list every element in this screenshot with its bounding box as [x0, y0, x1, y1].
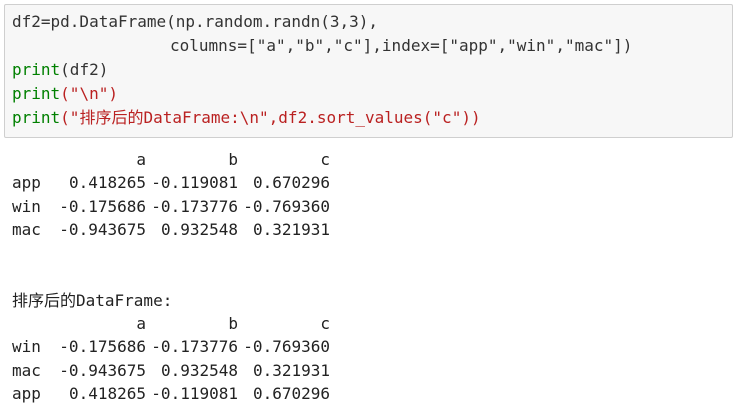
print-keyword: print [12, 60, 61, 79]
code-line-5-args: ("排序后的DataFrame:\n",df2.sort_values("c")… [60, 108, 481, 127]
code-line-5: print("排序后的DataFrame:\n",df2.sort_values… [12, 106, 481, 130]
cell-a: -0.943675 [59, 360, 146, 380]
cell-a: -0.175686 [59, 337, 146, 357]
table2-header-row: a b c [12, 312, 732, 335]
code-line-3: print(df2) [12, 58, 108, 82]
table2-col-a: a [136, 313, 146, 333]
table1-col-c: c [320, 150, 330, 169]
sorted-caption: 排序后的DataFrame: [12, 290, 173, 310]
cell-a: 0.418265 [68, 384, 146, 404]
code-line-2: columns=["a","b","c"],index=["app","win"… [170, 36, 633, 55]
table2-col-b: b [228, 313, 238, 333]
row-index: win [12, 337, 41, 357]
cell-b: 0.932548 [160, 220, 238, 240]
code-cell-input[interactable]: df2=pd.DataFrame(np.random.randn(3,3), c… [4, 4, 733, 138]
table1-header-row: a b c [12, 148, 732, 171]
row-index: app [12, 173, 41, 193]
print-keyword: print [12, 84, 61, 103]
cell-c: -0.769360 [243, 196, 330, 216]
table1-row: win -0.175686 -0.173776 -0.769360 [12, 195, 732, 218]
row-index: app [12, 384, 41, 404]
table2-row: app 0.418265 -0.119081 0.670296 [12, 382, 732, 405]
cell-b: -0.173776 [151, 196, 238, 216]
cell-a: -0.175686 [59, 196, 146, 216]
cell-a: 0.418265 [68, 173, 146, 193]
blank-lines [12, 242, 732, 289]
cell-c: 0.321931 [252, 360, 330, 380]
table1-row: app 0.418265 -0.119081 0.670296 [12, 171, 732, 194]
cell-b: 0.932548 [160, 360, 238, 380]
code-line-1: df2=pd.DataFrame(np.random.randn(3,3), [12, 12, 379, 31]
cell-b: -0.119081 [151, 173, 238, 193]
code-line-3-args: (df2) [60, 60, 109, 79]
cell-output: a b c app 0.418265 -0.119081 0.670296 wi… [12, 148, 732, 406]
row-index: mac [12, 220, 41, 240]
table2-row: mac -0.943675 0.932548 0.321931 [12, 359, 732, 382]
code-line-4-args: ("\n") [60, 84, 118, 103]
cell-c: 0.670296 [252, 384, 330, 404]
row-index: mac [12, 360, 41, 380]
cell-a: -0.943675 [59, 220, 146, 240]
table1-col-a: a [136, 150, 146, 169]
cell-c: -0.769360 [243, 337, 330, 357]
table1-row: mac -0.943675 0.932548 0.321931 [12, 218, 732, 241]
cell-c: 0.670296 [252, 173, 330, 193]
row-index: win [12, 196, 41, 216]
cell-c: 0.321931 [252, 220, 330, 240]
cell-b: -0.119081 [151, 384, 238, 404]
table2-row: win -0.175686 -0.173776 -0.769360 [12, 335, 732, 358]
table2-col-c: c [320, 313, 330, 333]
cell-b: -0.173776 [151, 337, 238, 357]
table1-col-b: b [228, 150, 238, 169]
code-line-4: print("\n") [12, 82, 118, 106]
print-keyword: print [12, 108, 61, 127]
